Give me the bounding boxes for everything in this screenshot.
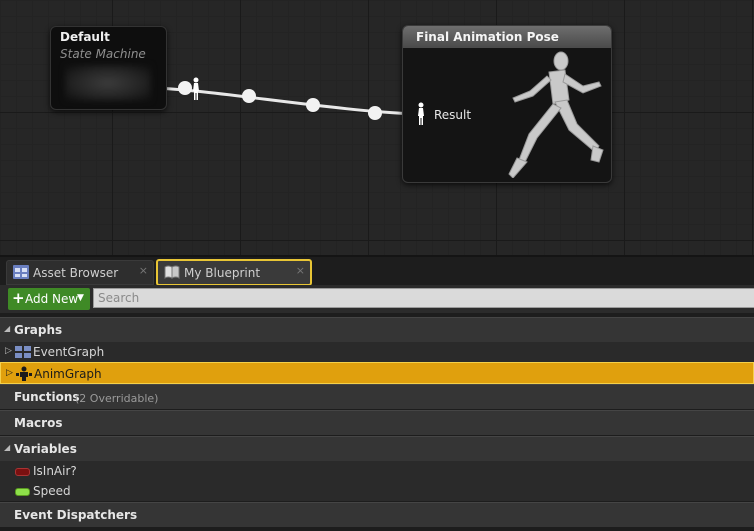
node-preview-glow xyxy=(65,65,151,101)
category-event-dispatchers[interactable]: Event Dispatchers xyxy=(0,502,754,527)
state-machine-node[interactable]: Default State Machine xyxy=(50,26,199,110)
panel-tab-bar: Asset Browser × My Blueprint × xyxy=(0,257,754,286)
plus-icon: + xyxy=(12,289,25,307)
add-new-button[interactable]: + Add New ▼ xyxy=(8,288,90,310)
blueprint-book-icon xyxy=(164,265,180,279)
isinair-label: IsInAir? xyxy=(33,464,77,478)
collapsed-arrow-icon[interactable]: ▷ xyxy=(5,346,12,356)
tab-asset-browser[interactable]: Asset Browser × xyxy=(6,260,154,285)
animgraph-label: AnimGraph xyxy=(34,367,102,381)
speed-label: Speed xyxy=(33,484,71,498)
state-machine-subtitle: State Machine xyxy=(60,47,146,61)
node-header: Final Animation Pose xyxy=(403,26,611,48)
category-functions-label: Functions xyxy=(14,390,80,404)
tab-my-blueprint-label: My Blueprint xyxy=(184,266,261,280)
variable-item-speed[interactable]: Speed xyxy=(0,481,754,501)
category-macros[interactable]: Macros xyxy=(0,410,754,435)
collapsed-arrow-icon[interactable]: ▷ xyxy=(6,368,13,378)
graph-item-animgraph[interactable]: ▷ AnimGraph xyxy=(0,362,754,384)
my-blueprint-toolbar: + Add New ▼ xyxy=(0,285,754,313)
anim-graph-canvas[interactable]: Default State Machine Final Animation Po… xyxy=(0,0,754,257)
final-animation-pose-node[interactable]: Final Animation Pose Result xyxy=(402,25,612,183)
wire-reroute-dot xyxy=(178,81,192,95)
anim-graph-icon xyxy=(16,366,32,381)
category-macros-label: Macros xyxy=(14,416,63,430)
tab-asset-browser-label: Asset Browser xyxy=(33,266,119,280)
expand-arrow-icon[interactable]: ◢ xyxy=(4,443,10,452)
add-new-label: Add New xyxy=(25,292,79,306)
wire-reroute-dot xyxy=(242,89,256,103)
my-blueprint-tree: ◢ Graphs ▷ EventGraph ▷ AnimGraph Functi… xyxy=(0,313,754,531)
chevron-down-icon: ▼ xyxy=(77,293,84,303)
category-variables[interactable]: ◢ Variables xyxy=(0,436,754,461)
event-graph-icon xyxy=(15,346,31,358)
float-variable-pill-icon xyxy=(15,488,30,496)
expand-arrow-icon[interactable]: ◢ xyxy=(4,324,10,333)
final-pose-title: Final Animation Pose xyxy=(416,30,559,44)
tab-my-blueprint[interactable]: My Blueprint × xyxy=(156,259,312,286)
graph-item-eventgraph[interactable]: ▷ EventGraph xyxy=(0,342,754,362)
category-graphs-label: Graphs xyxy=(14,323,63,337)
asset-browser-icon xyxy=(13,265,29,279)
wire-reroute-dot xyxy=(368,106,382,120)
bool-variable-pill-icon xyxy=(15,468,30,476)
running-mannequin-icon xyxy=(508,51,604,178)
pose-output-pin-icon[interactable] xyxy=(191,77,201,101)
close-icon[interactable]: × xyxy=(139,264,148,277)
eventgraph-label: EventGraph xyxy=(33,345,105,359)
close-icon[interactable]: × xyxy=(296,264,305,277)
category-variables-label: Variables xyxy=(14,442,77,456)
category-event-dispatchers-label: Event Dispatchers xyxy=(14,508,138,522)
pose-input-pin-icon[interactable] xyxy=(416,102,426,126)
wire-reroute-dot xyxy=(306,98,320,112)
state-machine-title: Default xyxy=(60,30,110,44)
variable-item-isinair[interactable]: IsInAir? xyxy=(0,461,754,481)
search-input[interactable] xyxy=(93,288,754,308)
result-pin-label: Result xyxy=(434,108,472,122)
category-graphs[interactable]: ◢ Graphs xyxy=(0,317,754,342)
category-functions[interactable]: Functions (2 Overridable) xyxy=(0,384,754,409)
functions-overridable-count: (2 Overridable) xyxy=(75,392,159,405)
